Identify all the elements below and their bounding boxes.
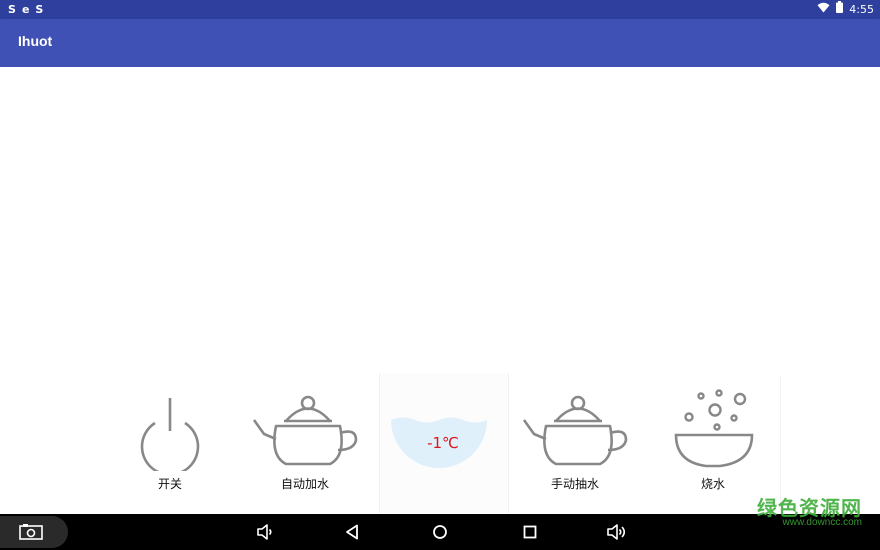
volume-up-button[interactable] <box>604 514 630 550</box>
recents-icon <box>523 525 537 539</box>
screenshot-icon <box>19 524 43 540</box>
system-indicators: 4:55 <box>817 1 874 18</box>
panel-divider <box>650 376 781 514</box>
temperature-display: -1℃ <box>379 373 509 513</box>
manual-pump-label: 手动抽水 <box>550 477 599 491</box>
temperature-value: -1℃ <box>427 434 459 452</box>
clock: 4:55 <box>849 3 874 16</box>
auto-fill-button[interactable]: 自动加水 <box>240 376 370 510</box>
volume-down-button[interactable] <box>253 514 277 550</box>
volume-down-icon <box>257 524 272 540</box>
battery-icon <box>836 1 844 18</box>
watermark-title: 绿色资源网 <box>757 496 862 520</box>
power-icon <box>140 398 200 471</box>
home-button[interactable] <box>428 514 452 550</box>
watermark-url: www.downcc.com <box>782 517 862 528</box>
back-icon <box>346 524 358 540</box>
notification-icon: S <box>8 3 16 16</box>
status-bar: S e S 4:55 <box>0 0 880 19</box>
main-content: 开关 自动加水 -1℃ 手动抽水 烧水 <box>0 67 880 514</box>
app-bar: Ihuot <box>0 19 880 67</box>
back-button[interactable] <box>340 514 364 550</box>
power-button[interactable]: 开关 <box>105 376 235 510</box>
notification-icons: S e S <box>8 2 43 17</box>
volume-up-icon <box>607 524 626 540</box>
wifi-icon <box>817 1 830 18</box>
watermark: 绿色资源网 www.downcc.com <box>757 498 862 528</box>
home-icon <box>433 525 447 539</box>
teapot-icon <box>522 395 628 466</box>
notification-icon: S <box>35 3 44 16</box>
notification-icon: e <box>21 3 30 16</box>
navigation-bar <box>0 514 880 550</box>
recents-button[interactable] <box>518 514 542 550</box>
manual-pump-button[interactable]: 手动抽水 <box>510 376 640 510</box>
teapot-icon <box>252 395 358 466</box>
app-title: Ihuot <box>18 33 53 49</box>
auto-fill-label: 自动加水 <box>280 477 329 491</box>
screenshot-button[interactable] <box>0 516 68 548</box>
power-label: 开关 <box>157 477 182 491</box>
